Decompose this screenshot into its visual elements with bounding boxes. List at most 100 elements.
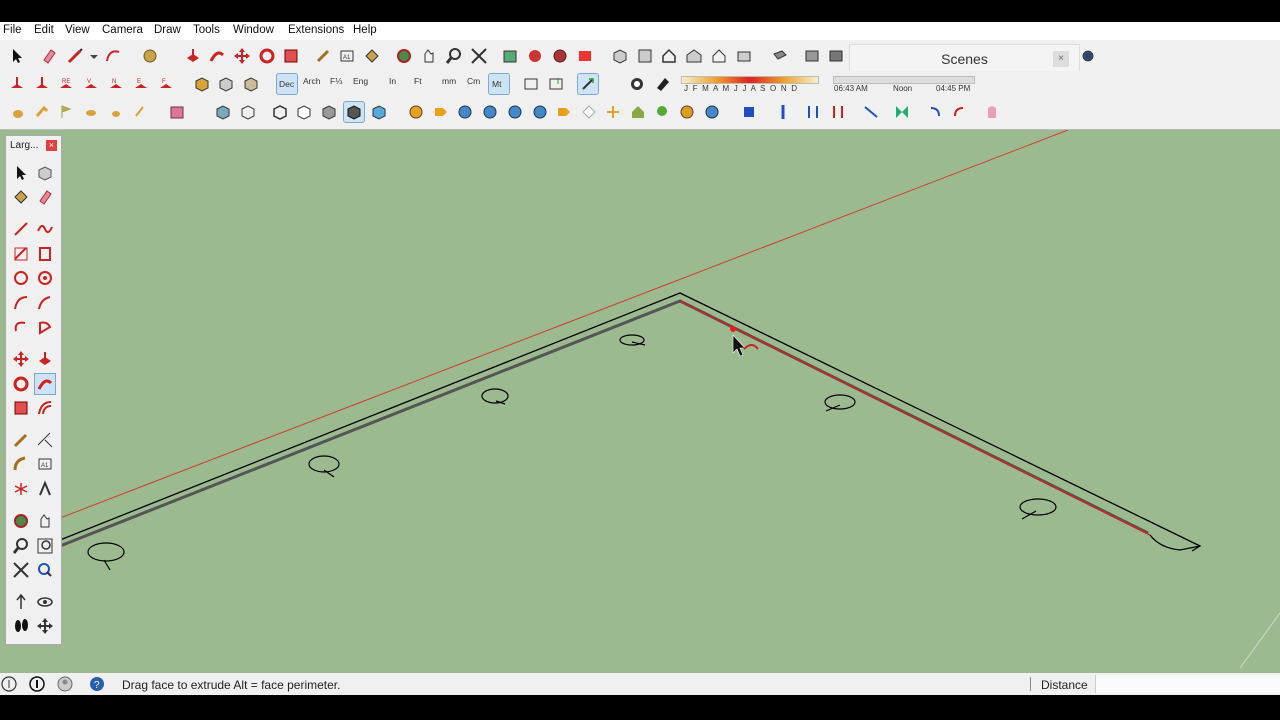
arc-tool-icon[interactable] — [103, 46, 123, 66]
wireframe-style-icon[interactable] — [270, 102, 290, 122]
components-icon[interactable] — [525, 46, 545, 66]
palette-scale-icon[interactable] — [11, 398, 31, 418]
palette-text-icon[interactable]: A1 — [35, 454, 55, 474]
plugin-diamond-icon[interactable] — [579, 102, 599, 122]
hidden-line-style-icon[interactable] — [294, 102, 314, 122]
palette-previous-view-icon[interactable] — [35, 560, 55, 580]
extrude-7-icon[interactable]: F — [156, 74, 176, 94]
ellipse-2-tool-icon[interactable] — [106, 102, 126, 122]
front-view-icon[interactable] — [659, 46, 679, 66]
palette-rotated-rectangle-icon[interactable] — [35, 244, 55, 264]
palette-3d-text-icon[interactable] — [35, 479, 55, 499]
section-plane-icon[interactable] — [770, 46, 790, 66]
plugin-info-icon[interactable] — [702, 102, 722, 122]
select-tool-icon[interactable] — [7, 46, 27, 66]
xray-style-icon[interactable] — [213, 102, 233, 122]
cylinder-tool-icon[interactable] — [32, 102, 52, 122]
pencil-tool-icon[interactable] — [130, 102, 150, 122]
pan-icon[interactable] — [419, 46, 439, 66]
unit-fractional-button[interactable]: F⅓ — [330, 76, 342, 86]
plugin-updown-icon[interactable] — [803, 102, 823, 122]
backedges-style-icon[interactable] — [238, 102, 258, 122]
shape-circle-icon[interactable] — [140, 46, 160, 66]
shaded-textures-style-icon[interactable] — [343, 101, 365, 123]
iso-view-icon[interactable] — [610, 46, 630, 66]
warehouse-icon[interactable] — [500, 46, 520, 66]
palette-2pt-arc-icon[interactable] — [35, 293, 55, 313]
palette-look-around-icon[interactable] — [35, 592, 55, 612]
menu-help[interactable]: Help — [353, 24, 377, 36]
palette-select-icon[interactable] — [11, 163, 31, 183]
top-view-icon[interactable] — [635, 46, 655, 66]
palette-paint-icon[interactable] — [11, 187, 31, 207]
palette-move-icon[interactable] — [11, 349, 31, 369]
dimension-icon[interactable]: A1 — [337, 46, 357, 66]
palette-3pt-arc-icon[interactable] — [11, 317, 31, 337]
extrude-2-icon[interactable] — [32, 74, 52, 94]
unit-feet-button[interactable]: Ft — [414, 76, 422, 86]
unit-decimal-button[interactable]: Dec — [276, 73, 298, 95]
palette-component-icon[interactable] — [35, 163, 55, 183]
plugin-updown-red-icon[interactable] — [828, 102, 848, 122]
plugin-tree-icon[interactable] — [652, 102, 672, 122]
palette-zoom-window-icon[interactable] — [35, 536, 55, 556]
plugin-cube-icon[interactable] — [739, 102, 759, 122]
rotate-tool-icon[interactable] — [257, 46, 277, 66]
measurements-input[interactable] — [1095, 675, 1280, 693]
unit-mm-button[interactable]: mm — [442, 76, 456, 86]
extrude-6-icon[interactable]: E — [131, 74, 151, 94]
plugin-redo-icon[interactable] — [949, 102, 969, 122]
shadow-time-slider[interactable] — [833, 76, 975, 84]
ellipse-tool-icon[interactable] — [81, 102, 101, 122]
unit-inches-button[interactable]: In — [389, 76, 396, 86]
menu-file[interactable]: File — [3, 24, 22, 36]
plugin-tag-2-icon[interactable] — [554, 102, 574, 122]
line-tool-icon[interactable] — [65, 46, 85, 66]
scale-tool-icon[interactable] — [281, 46, 301, 66]
menu-draw[interactable]: Draw — [154, 24, 181, 36]
zoom-icon[interactable] — [444, 46, 464, 66]
section-cut-icon[interactable] — [826, 46, 846, 66]
palette-rotate-icon[interactable] — [11, 374, 31, 394]
plugin-gear-icon[interactable] — [677, 102, 697, 122]
section-display-icon[interactable] — [802, 46, 822, 66]
scenes-close-button[interactable]: × — [1053, 51, 1069, 67]
extrude-icon[interactable] — [7, 74, 27, 94]
palette-dimension-icon[interactable] — [35, 430, 55, 450]
left-view-icon[interactable] — [734, 46, 754, 66]
right-view-icon[interactable] — [684, 46, 704, 66]
plugin-r-icon[interactable] — [455, 102, 475, 122]
unit-tool-2-icon[interactable] — [546, 74, 566, 94]
plugin-pin-icon[interactable] — [773, 102, 793, 122]
follow-me-icon[interactable] — [207, 46, 227, 66]
extrude-4-icon[interactable]: V — [81, 74, 101, 94]
plugin-line-icon[interactable] — [861, 102, 881, 122]
plugin-help-icon[interactable] — [530, 102, 550, 122]
unit-meters-button[interactable]: Mt — [488, 73, 510, 95]
extension-warehouse-icon[interactable] — [550, 46, 570, 66]
box-icon[interactable] — [192, 74, 212, 94]
menu-tools[interactable]: Tools — [193, 24, 220, 36]
extrude-5-icon[interactable]: N — [106, 74, 126, 94]
help-icon[interactable]: ? — [89, 676, 105, 692]
plugin-m-icon[interactable] — [406, 102, 426, 122]
user-account-icon[interactable] — [57, 676, 73, 692]
palette-orbit-icon[interactable] — [11, 511, 31, 531]
menu-window[interactable]: Window — [233, 24, 274, 36]
menu-view[interactable]: View — [65, 24, 90, 36]
paint-bucket-icon[interactable] — [362, 46, 382, 66]
palette-pie-icon[interactable] — [35, 317, 55, 337]
palette-follow-me-icon[interactable] — [34, 373, 56, 395]
unit-tool-icon[interactable] — [521, 74, 541, 94]
unit-architectural-button[interactable]: Arch — [303, 76, 320, 86]
palette-arc-icon[interactable] — [11, 293, 31, 313]
plugin-undo-icon[interactable] — [925, 102, 945, 122]
credits-icon[interactable] — [29, 676, 45, 692]
model-viewport[interactable] — [0, 129, 1280, 673]
layout-icon[interactable] — [575, 46, 595, 66]
unit-apply-icon[interactable] — [577, 73, 599, 95]
plugin-hand-icon[interactable] — [982, 102, 1002, 122]
palette-axes-icon[interactable] — [11, 479, 31, 499]
palette-eraser-icon[interactable] — [35, 187, 55, 207]
menu-extensions[interactable]: Extensions — [288, 24, 344, 36]
